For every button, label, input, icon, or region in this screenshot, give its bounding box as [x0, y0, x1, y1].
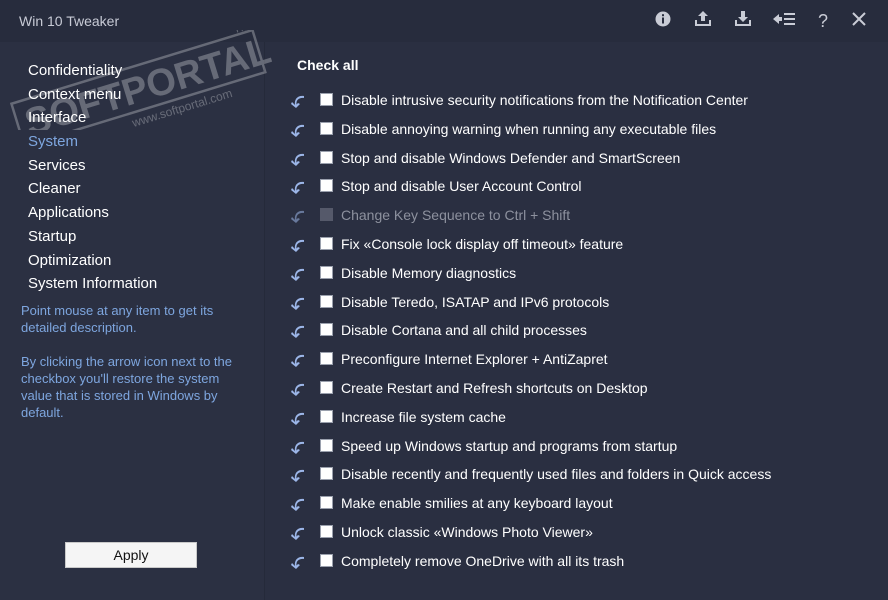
- tweak-label: Disable Memory diagnostics: [341, 264, 517, 281]
- tweak-label: Disable Teredo, ISATAP and IPv6 protocol…: [341, 293, 610, 310]
- tweak-label: Unlock classic «Windows Photo Viewer»: [341, 523, 593, 540]
- close-icon[interactable]: [848, 10, 870, 32]
- tweaks-panel: Check all Disable intrusive security not…: [265, 42, 888, 600]
- restore-default-icon[interactable]: [289, 294, 307, 312]
- tweak-label: Stop and disable User Account Control: [341, 178, 582, 195]
- hint-restore: By clicking the arrow icon next to the c…: [21, 354, 232, 420]
- tweak-label: Fix «Console lock display off timeout» f…: [341, 235, 624, 252]
- restore-default-icon[interactable]: [289, 495, 307, 513]
- restore-default-icon[interactable]: [289, 265, 307, 283]
- tweak-row: Disable Teredo, ISATAP and IPv6 protocol…: [265, 290, 865, 319]
- sidebar-item-system[interactable]: System: [28, 130, 157, 154]
- sidebar-item-startup[interactable]: Startup: [28, 225, 157, 249]
- tweak-checkbox[interactable]: [320, 553, 333, 567]
- title-bar: Win 10 Tweaker ?: [0, 0, 888, 42]
- tweak-label: Disable annoying warning when running an…: [341, 120, 717, 137]
- tweak-checkbox[interactable]: [320, 496, 333, 510]
- tweak-row: Fix «Console lock display off timeout» f…: [265, 232, 865, 261]
- restore-default-icon[interactable]: [289, 92, 307, 110]
- tweak-row: Unlock classic «Windows Photo Viewer»: [265, 520, 865, 549]
- tweak-checkbox[interactable]: [320, 208, 333, 222]
- restore-default-icon[interactable]: [289, 524, 307, 542]
- export-icon[interactable]: [692, 10, 714, 32]
- tweak-row: Speed up Windows startup and programs fr…: [265, 434, 865, 463]
- sidebar-item-confidentiality[interactable]: Confidentiality: [28, 59, 157, 83]
- restore-default-icon[interactable]: [289, 207, 307, 225]
- tweak-row: Preconfigure Internet Explorer + AntiZap…: [265, 347, 865, 376]
- restore-default-icon[interactable]: [289, 409, 307, 427]
- sidebar-item-interface[interactable]: Interface: [28, 106, 157, 130]
- tweak-checkbox[interactable]: [320, 179, 333, 193]
- sidebar-nav: Confidentiality Context menu Interface S…: [28, 59, 157, 296]
- tweak-checkbox[interactable]: [320, 409, 333, 423]
- apply-button[interactable]: Apply: [65, 542, 197, 568]
- tweak-row: Disable Cortana and all child processes: [265, 318, 865, 347]
- tweak-list: Disable intrusive security notifications…: [265, 88, 865, 578]
- sidebar-item-context-menu[interactable]: Context menu: [28, 83, 157, 107]
- tweak-checkbox[interactable]: [320, 438, 333, 452]
- help-icon[interactable]: ?: [812, 10, 834, 32]
- tweak-row: Disable annoying warning when running an…: [265, 117, 865, 146]
- app-title: Win 10 Tweaker: [19, 13, 120, 29]
- tweak-label: Increase file system cache: [341, 408, 506, 425]
- tweak-checkbox[interactable]: [320, 524, 333, 538]
- import-icon[interactable]: [732, 10, 754, 32]
- tweak-row: Stop and disable User Account Control: [265, 174, 865, 203]
- sidebar-item-applications[interactable]: Applications: [28, 201, 157, 225]
- restore-default-icon[interactable]: [289, 380, 307, 398]
- tweak-label: Preconfigure Internet Explorer + AntiZap…: [341, 351, 608, 368]
- sidebar-item-system-information[interactable]: System Information: [28, 272, 157, 296]
- sidebar-item-services[interactable]: Services: [28, 154, 157, 178]
- check-all-link[interactable]: Check all: [297, 57, 358, 73]
- restore-all-icon[interactable]: [772, 10, 795, 32]
- tweak-row: Increase file system cache: [265, 405, 865, 434]
- tweak-label: Disable recently and frequently used fil…: [341, 466, 772, 483]
- tweak-row: Stop and disable Windows Defender and Sm…: [265, 146, 865, 175]
- tweak-row: Completely remove OneDrive with all its …: [265, 549, 865, 578]
- tweak-label: Speed up Windows startup and programs fr…: [341, 437, 678, 454]
- tweak-checkbox[interactable]: [320, 236, 333, 250]
- sidebar-item-cleaner[interactable]: Cleaner: [28, 177, 157, 201]
- tweak-checkbox[interactable]: [320, 93, 333, 106]
- restore-default-icon[interactable]: [289, 351, 307, 369]
- tweak-checkbox[interactable]: [320, 380, 333, 394]
- restore-default-icon[interactable]: [289, 438, 307, 456]
- tweak-checkbox[interactable]: [320, 294, 333, 308]
- tweak-row: Disable intrusive security notifications…: [265, 88, 865, 117]
- restore-default-icon[interactable]: [289, 553, 307, 571]
- tweak-checkbox[interactable]: [320, 265, 333, 279]
- tweak-checkbox[interactable]: [320, 467, 333, 481]
- restore-default-icon[interactable]: [289, 236, 307, 254]
- tweak-row: Disable recently and frequently used fil…: [265, 462, 865, 491]
- info-icon[interactable]: [652, 10, 674, 32]
- tweak-label: Disable Cortana and all child processes: [341, 322, 587, 339]
- tweak-checkbox[interactable]: [320, 150, 333, 164]
- tweak-label: Completely remove OneDrive with all its …: [341, 552, 625, 569]
- tweak-row: Make enable smilies at any keyboard layo…: [265, 491, 865, 520]
- sidebar-item-optimization[interactable]: Optimization: [28, 249, 157, 273]
- tweak-label: Change Key Sequence to Ctrl + Shift: [341, 207, 571, 224]
- hint-description: Point mouse at any item to get its detai…: [21, 303, 214, 335]
- tweak-checkbox[interactable]: [320, 121, 333, 135]
- restore-default-icon[interactable]: [289, 178, 307, 196]
- restore-default-icon[interactable]: [289, 322, 307, 340]
- tweak-row: Disable Memory diagnostics: [265, 261, 865, 290]
- tweak-row: Change Key Sequence to Ctrl + Shift: [265, 203, 865, 232]
- sidebar: Confidentiality Context menu Interface S…: [0, 42, 265, 600]
- restore-default-icon[interactable]: [289, 150, 307, 168]
- tweak-row: Create Restart and Refresh shortcuts on …: [265, 376, 865, 405]
- tweak-label: Stop and disable Windows Defender and Sm…: [341, 149, 681, 166]
- tweak-checkbox[interactable]: [320, 352, 333, 366]
- restore-default-icon[interactable]: [289, 121, 307, 139]
- restore-default-icon[interactable]: [289, 466, 307, 484]
- tweak-checkbox[interactable]: [320, 323, 333, 337]
- tweak-label: Create Restart and Refresh shortcuts on …: [341, 379, 648, 396]
- tweak-label: Make enable smilies at any keyboard layo…: [341, 495, 613, 512]
- tweak-label: Disable intrusive security notifications…: [341, 92, 748, 108]
